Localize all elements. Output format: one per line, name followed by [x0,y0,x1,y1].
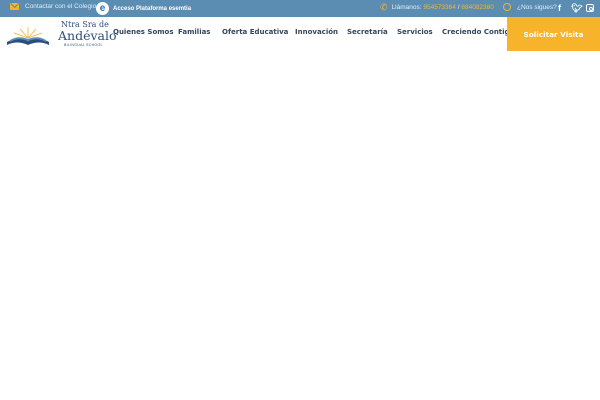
phone-separator: / [457,4,460,11]
nav-item-innovacion[interactable]: Innovación [295,28,338,36]
nav-item-secretaria[interactable]: Secretaría [347,28,388,36]
twitter-icon[interactable]: 🐦︎ [571,3,582,13]
school-logo[interactable]: Ntra Sra de Andévalo BILINGUAL SCHOOL [5,20,117,50]
esemtia-logo-icon: e [96,2,109,15]
facebook-icon[interactable]: f [558,3,561,13]
top-bar: Contactar con el Colegio e Acceso Plataf… [0,0,600,17]
platform-link[interactable]: e Acceso Plataforma esemtia [96,2,191,15]
main-header: Ntra Sra de Andévalo BILINGUAL SCHOOL Qu… [0,17,600,51]
follow-us: ¿Nos sigues? [503,3,557,11]
phone-info: ✆ Llámanos: 954573364 / 684082380 [380,3,494,12]
nav-item-servicios[interactable]: Servicios [397,28,433,36]
nav-item-quienes-somos[interactable]: Quienes Somos [113,28,174,36]
request-visit-label: Solicitar Visita [523,29,584,39]
request-visit-button[interactable]: Solicitar Visita [507,17,600,51]
nav-item-familias[interactable]: Familias [178,28,210,36]
phone-number-1[interactable]: 954573364 [423,4,456,11]
main-content-area [0,51,600,400]
logo-line-2: Andévalo [58,28,117,43]
phone-number-2[interactable]: 684082380 [461,4,494,11]
contact-label: Contactar con el Colegio [25,3,97,10]
follow-label: ¿Nos sigues? [517,3,557,11]
open-book-logo-icon [7,27,49,45]
envelope-icon [10,3,19,10]
logo-line-3: BILINGUAL SCHOOL [64,43,103,47]
platform-label: Acceso Plataforma esemtia [113,5,192,12]
instagram-icon[interactable] [586,4,594,12]
globe-icon [503,3,511,11]
phone-prefix: Llámanos: [391,4,422,11]
phone-icon: ✆ [380,2,388,12]
nav-item-oferta-educativa[interactable]: Oferta Educativa [222,28,288,36]
contact-link[interactable]: Contactar con el Colegio [10,3,96,10]
nav-item-creciendo-contigo[interactable]: Creciendo Contigo [442,28,514,36]
